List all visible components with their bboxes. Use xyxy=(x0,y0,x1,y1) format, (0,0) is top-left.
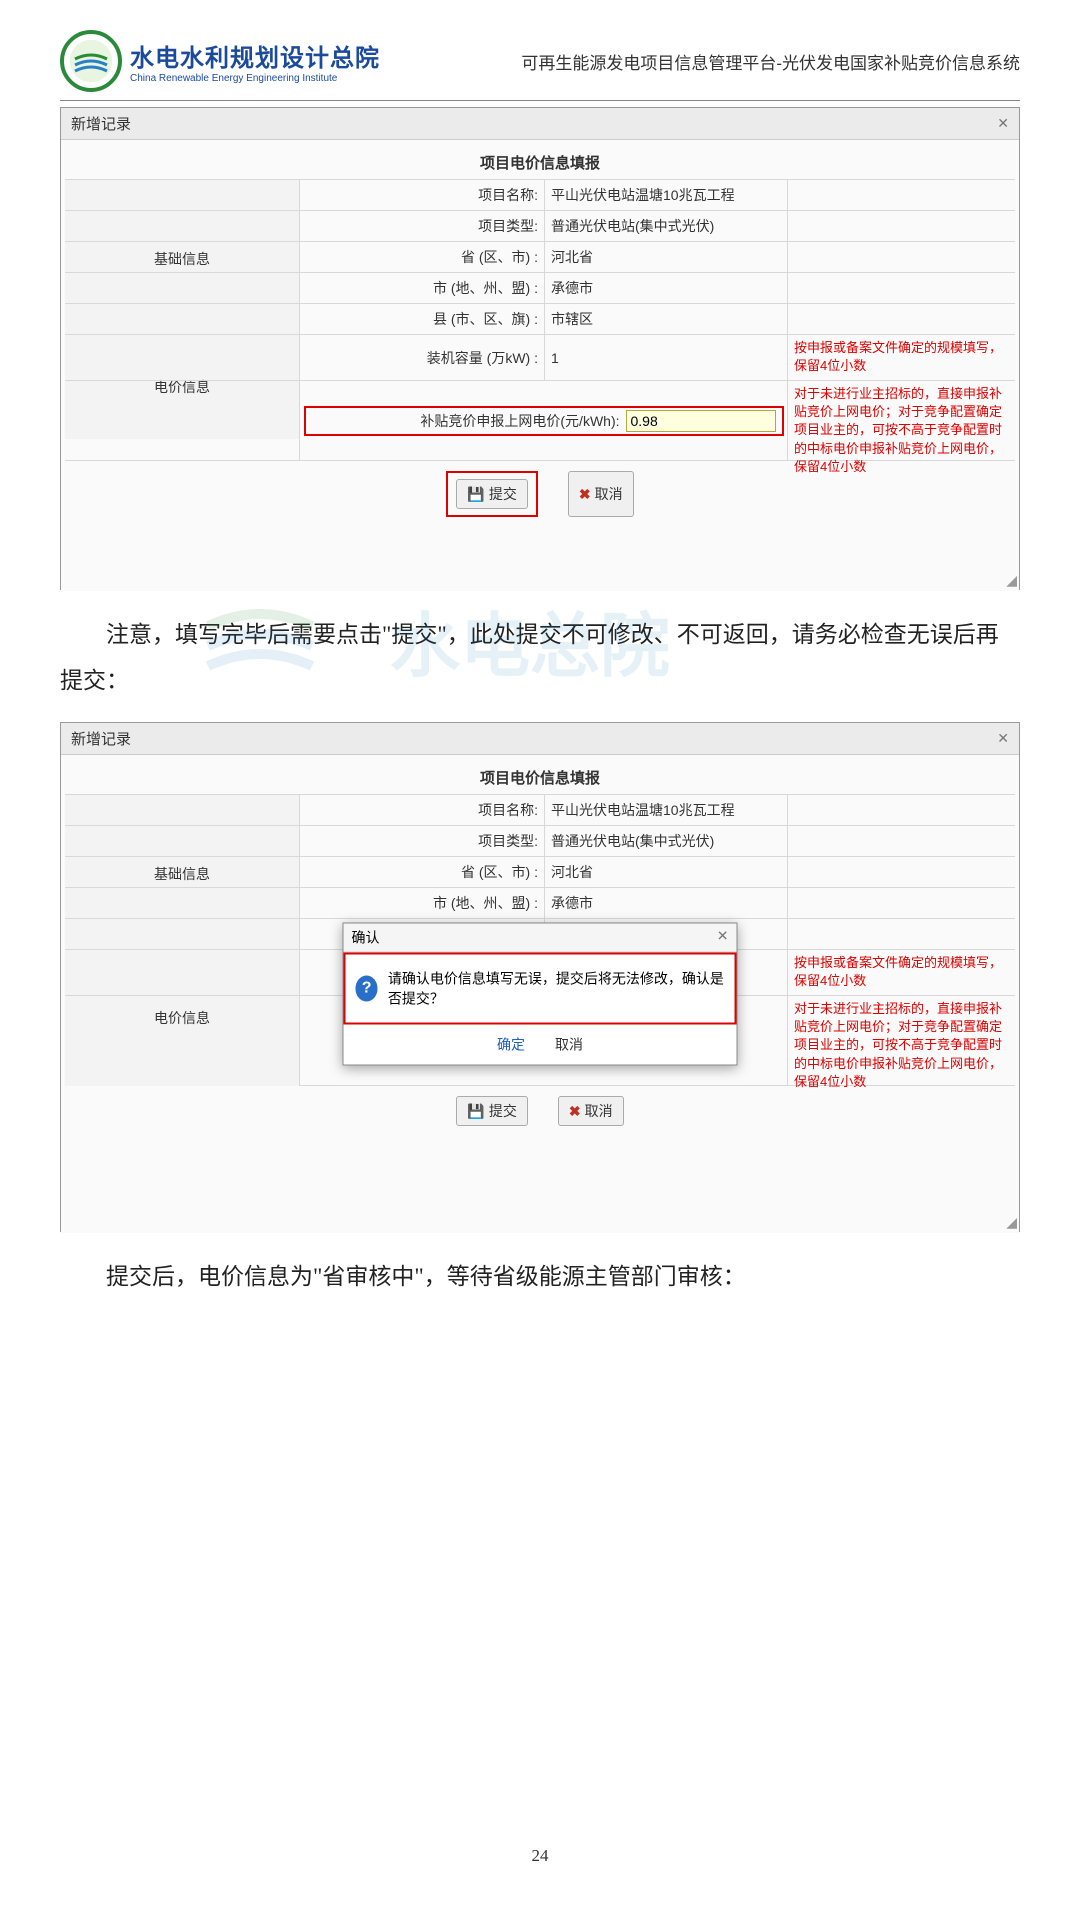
cancel-icon: ✖ xyxy=(579,486,591,503)
capacity-hint-2: 按申报或备案文件确定的规模填写，保留4位小数 xyxy=(788,950,1015,995)
confirm-dialog: 确认 ✕ ? 请确认电价信息填写无误，提交后将无法修改，确认是否提交？ 确定 取… xyxy=(343,923,738,1066)
dialog-title: 新增记录 xyxy=(71,113,131,134)
form-title: 项目电价信息填报 xyxy=(65,152,1015,179)
submit-button[interactable]: 💾 提交 xyxy=(456,479,527,509)
capacity-value: 1 xyxy=(545,335,788,380)
confirm-ok-button[interactable]: 确定 xyxy=(497,1035,525,1055)
project-type-value-2: 普通光伏电站(集中式光伏) xyxy=(545,826,788,856)
page-number: 24 xyxy=(0,1846,1080,1866)
province-value: 河北省 xyxy=(545,242,788,272)
doc-title: 可再生能源发电项目信息管理平台-光伏发电国家补贴竞价信息系统 xyxy=(521,49,1020,74)
dialog-titlebar: 新增记录 ✕ xyxy=(61,108,1019,140)
submit-highlight: 💾 提交 xyxy=(446,471,537,517)
capacity-hint: 按申报或备案文件确定的规模填写，保留4位小数 xyxy=(788,335,1015,380)
screenshot-add-record: 新增记录 ✕ 项目电价信息填报 基础信息 项目名称: 平山光伏电站温塘10兆瓦工… xyxy=(60,107,1020,590)
confirm-close-icon[interactable]: ✕ xyxy=(717,928,729,948)
capacity-label: 装机容量 (万kW) : xyxy=(300,335,545,380)
dialog-title-2: 新增记录 xyxy=(71,728,131,749)
submit-button-2[interactable]: 💾 提交 xyxy=(456,1096,527,1126)
province-label: 省 (区、市) : xyxy=(300,242,545,272)
resize-handle-icon-2[interactable]: ◢ xyxy=(1006,1214,1017,1231)
city-label: 市 (地、州、盟) : xyxy=(300,273,545,303)
org-name-en: China Renewable Energy Engineering Insti… xyxy=(130,73,380,84)
cancel-button[interactable]: ✖ 取消 xyxy=(568,471,634,517)
confirm-title: 确认 xyxy=(352,928,380,948)
project-name-label-2: 项目名称: xyxy=(300,795,545,825)
project-type-value: 普通光伏电站(集中式光伏) xyxy=(545,211,788,241)
page-header: 水电水利规划设计总院 China Renewable Energy Engine… xyxy=(60,30,1020,101)
org-name-cn: 水电水利规划设计总院 xyxy=(130,38,380,73)
project-name-value: 平山光伏电站温塘10兆瓦工程 xyxy=(545,180,788,210)
city-value: 承德市 xyxy=(545,273,788,303)
logo-area: 水电水利规划设计总院 China Renewable Energy Engine… xyxy=(60,30,380,92)
price-input[interactable] xyxy=(626,410,776,432)
province-value-2: 河北省 xyxy=(545,857,788,887)
form-title-2: 项目电价信息填报 xyxy=(65,767,1015,794)
close-icon-2[interactable]: ✕ xyxy=(997,730,1009,747)
county-label: 县 (市、区、旗) : xyxy=(300,304,545,334)
project-type-label-2: 项目类型: xyxy=(300,826,545,856)
confirm-text: 请确认电价信息填写无误，提交后将无法修改，确认是否提交？ xyxy=(388,969,725,1009)
price-hint-2: 对于未进行业主招标的，直接申报补贴竞价上网电价；对于竞争配置确定项目业主的，可按… xyxy=(788,996,1015,1085)
project-name-value-2: 平山光伏电站温塘10兆瓦工程 xyxy=(545,795,788,825)
price-label: 补贴竞价申报上网电价(元/kWh): xyxy=(420,411,619,431)
cancel-icon-2: ✖ xyxy=(569,1103,581,1120)
close-icon[interactable]: ✕ xyxy=(997,115,1009,132)
confirm-cancel-button[interactable]: 取消 xyxy=(555,1035,583,1055)
dialog-titlebar-2: 新增记录 ✕ xyxy=(61,723,1019,755)
question-icon: ? xyxy=(356,976,378,1002)
project-name-label: 项目名称: xyxy=(300,180,545,210)
resize-handle-icon[interactable]: ◢ xyxy=(1006,572,1017,589)
province-label-2: 省 (区、市) : xyxy=(300,857,545,887)
city-value-2: 承德市 xyxy=(545,888,788,918)
save-icon-2: 💾 xyxy=(467,1103,484,1120)
county-value: 市辖区 xyxy=(545,304,788,334)
paragraph-submit-note: 注意，填写完毕后需要点击"提交"，此处提交不可修改、不可返回，请务必检查无误后再… xyxy=(60,612,1020,704)
screenshot-confirm-dialog: 新增记录 ✕ 项目电价信息填报 基础信息 项目名称: 平山光伏电站温塘10兆瓦工… xyxy=(60,722,1020,1232)
save-icon: 💾 xyxy=(467,486,484,503)
creei-logo-icon xyxy=(60,30,122,92)
cancel-button-2[interactable]: ✖ 取消 xyxy=(558,1096,624,1126)
city-label-2: 市 (地、州、盟) : xyxy=(300,888,545,918)
paragraph-after-submit: 提交后，电价信息为"省审核中"，等待省级能源主管部门审核： xyxy=(60,1254,1020,1300)
price-input-highlight: 补贴竞价申报上网电价(元/kWh): xyxy=(304,406,784,436)
project-type-label: 项目类型: xyxy=(300,211,545,241)
price-hint: 对于未进行业主招标的，直接申报补贴竞价上网电价；对于竞争配置确定项目业主的，可按… xyxy=(788,381,1015,460)
